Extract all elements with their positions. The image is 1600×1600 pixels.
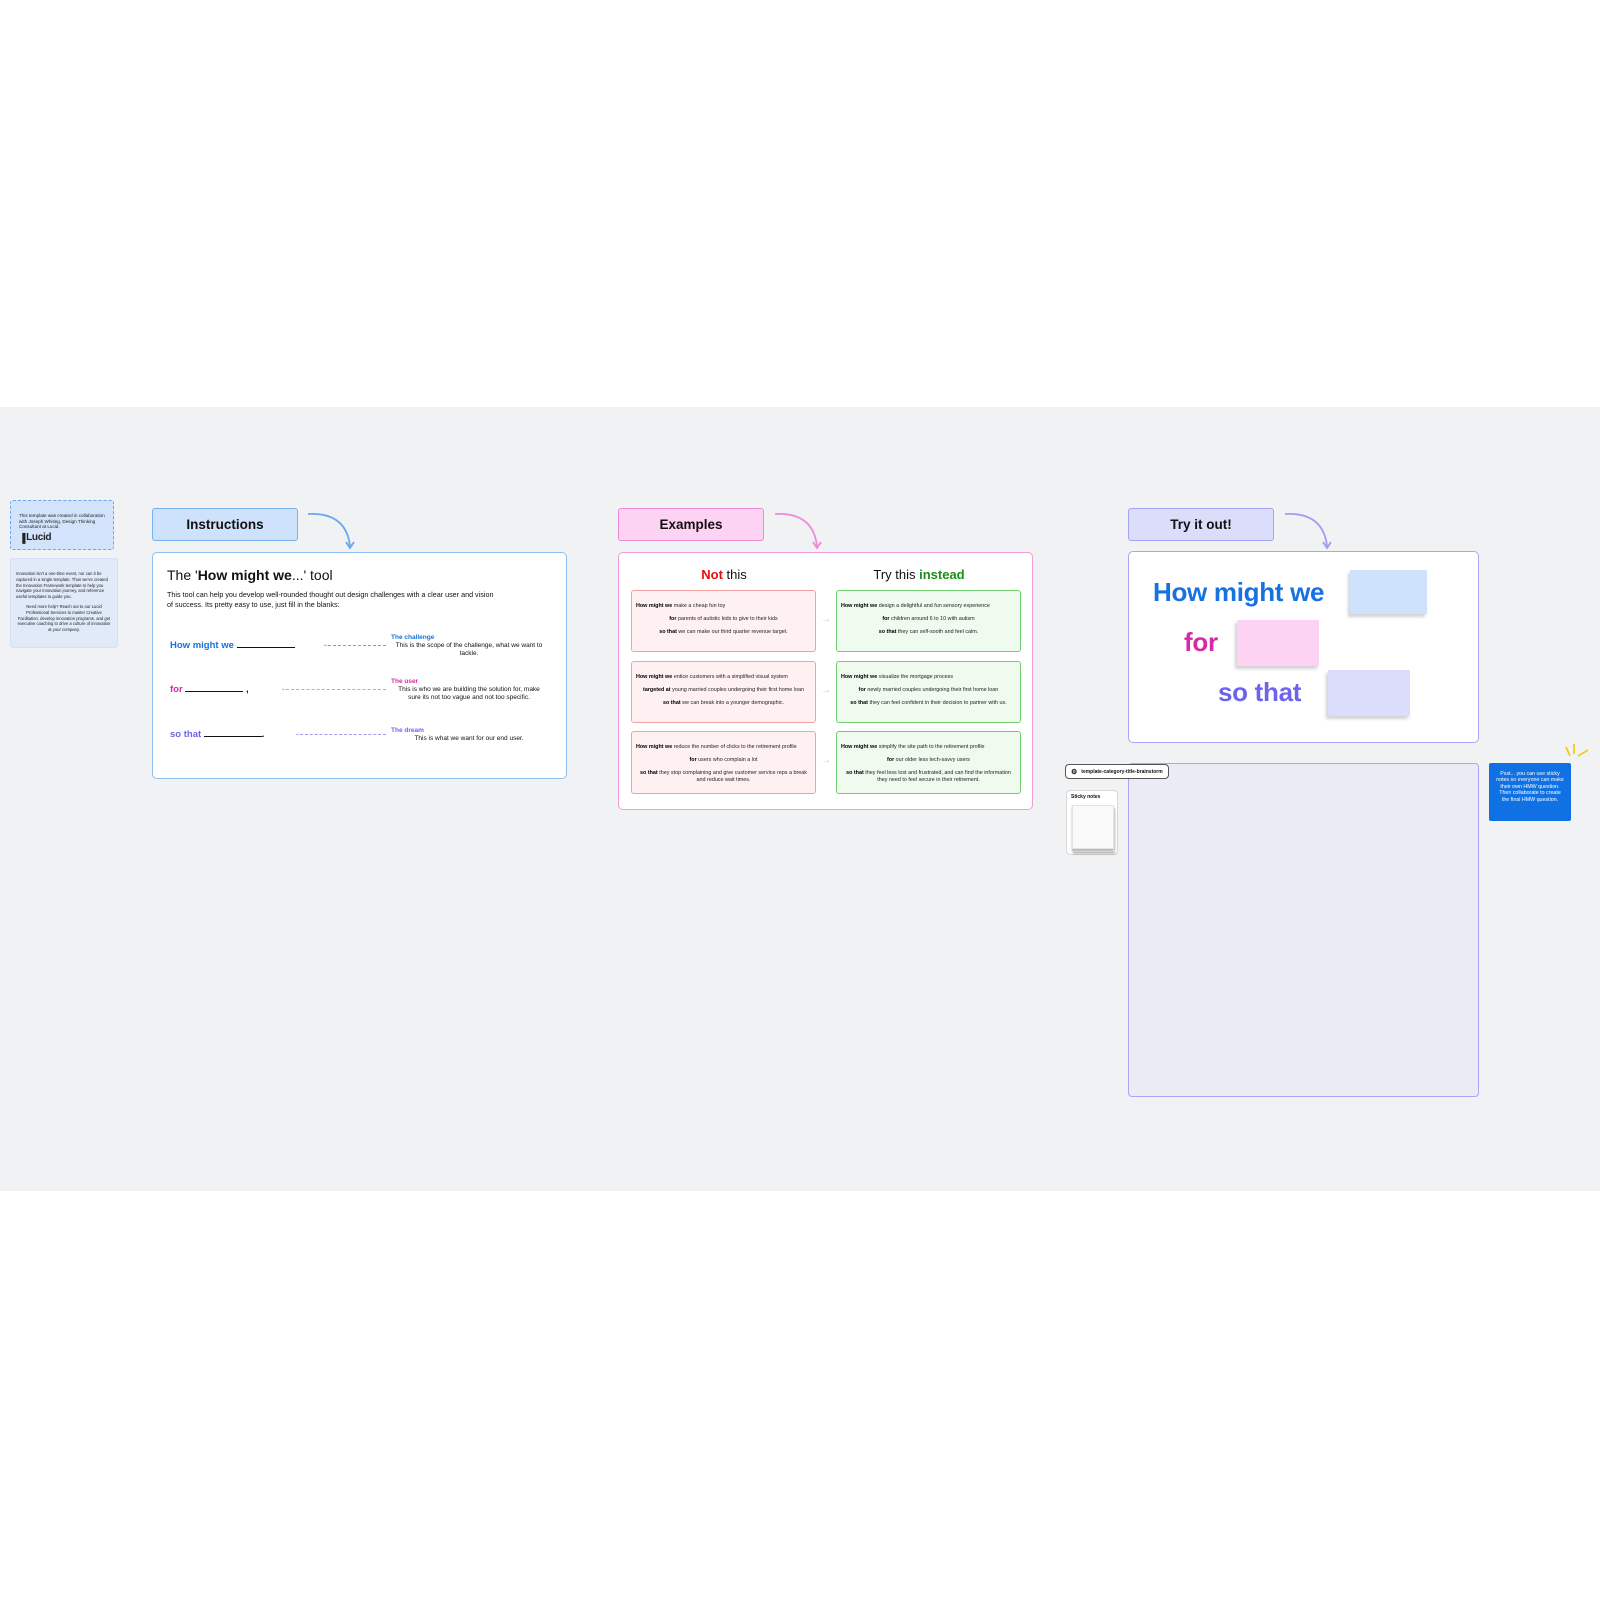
column-header-try-this: Try this instead xyxy=(873,567,965,582)
credit-note[interactable]: This template was created in collaborati… xyxy=(10,500,114,550)
example-bad-card[interactable]: How might we entice customers with a sim… xyxy=(631,661,816,723)
arrow-left-icon: ← xyxy=(294,728,304,739)
note-title: The challenge xyxy=(391,634,435,641)
blank-row-how-might-we: How might we xyxy=(170,640,295,651)
note-title: The dream xyxy=(391,727,424,734)
example-line: How might we visualize the mortgage proc… xyxy=(841,674,954,680)
blank-row-so-that: so that . xyxy=(170,729,265,740)
sticky-note-pink[interactable] xyxy=(1237,620,1319,666)
example-line: for our older less tech-savvy users xyxy=(887,757,970,763)
example-line: for newly married couples undergoing the… xyxy=(858,687,999,693)
example-line: so that they can feel confident in their… xyxy=(850,700,1007,706)
hmw-line-so-that: so that xyxy=(1218,677,1302,707)
example-line: How might we make a cheap fun toy xyxy=(636,603,726,609)
example-line: so that we can make our third quarter re… xyxy=(659,629,788,635)
example-line: so that they stop complaining and give c… xyxy=(640,770,807,783)
arrow-left-icon: ← xyxy=(280,683,290,694)
brainstorm-area[interactable] xyxy=(1128,763,1479,1097)
sticky-notes-palette[interactable]: Sticky notes xyxy=(1066,790,1118,855)
dashed-arrow-dream xyxy=(300,734,386,735)
lucid-logo-icon: ▐ xyxy=(19,532,26,543)
example-line: so that we can break into a younger demo… xyxy=(662,700,785,706)
chip-label: template-category-title-brainstorm xyxy=(1081,768,1163,775)
lucid-logo: ▐ Lucid xyxy=(19,531,52,543)
example-line: for children around 6 to 10 with autism xyxy=(882,616,975,622)
section-tag-examples[interactable]: Examples xyxy=(618,508,764,541)
hmw-line-how-might-we: How might we xyxy=(1153,577,1325,607)
instructions-title: The 'How might we...' tool xyxy=(167,567,333,583)
note-text: This is the scope of the challenge, what… xyxy=(395,642,543,657)
example-line: How might we design a delightful and fun… xyxy=(841,603,990,609)
info-note[interactable]: Innovation isn't a one-time event, nor c… xyxy=(10,558,118,648)
info-paragraph-1: Innovation isn't a one-time event, nor c… xyxy=(16,571,108,600)
example-line: so that they feel less lost and frustrat… xyxy=(846,770,1011,783)
shapes-icon: ⚙ xyxy=(1071,768,1078,776)
info-paragraph-2: Need more help? Reach out to our Lucid P… xyxy=(17,603,111,633)
note-text: This is who we are building the solution… xyxy=(398,686,540,701)
dashed-arrow-user xyxy=(286,689,386,690)
note-challenge: The challenge This is the scope of the c… xyxy=(391,634,547,658)
example-good-card[interactable]: How might we design a delightful and fun… xyxy=(836,590,1021,652)
example-good-card[interactable]: How might we visualize the mortgage proc… xyxy=(836,661,1021,723)
template-category-chip[interactable]: ⚙ template-category-title-brainstorm xyxy=(1065,764,1169,779)
blank-row-for: for , xyxy=(170,684,249,695)
examples-panel[interactable]: Not this Try this instead How might we m… xyxy=(618,552,1033,810)
palette-title: Sticky notes xyxy=(1071,794,1101,800)
section-tag-try-it-out[interactable]: Try it out! xyxy=(1128,508,1274,541)
sticky-note-purple[interactable] xyxy=(1328,670,1410,716)
note-dream: The dream This is what we want for our e… xyxy=(391,727,547,743)
sticky-note-blank[interactable] xyxy=(1072,805,1114,849)
curved-arrow-icon xyxy=(774,513,822,550)
arrow-right-icon: → xyxy=(821,685,831,696)
sticky-note-blue[interactable] xyxy=(1350,570,1427,614)
example-line: for parents of autistic kids to give to … xyxy=(669,616,778,622)
example-line: How might we entice customers with a sim… xyxy=(636,674,788,680)
note-user: The user This is who we are building the… xyxy=(391,678,547,702)
example-good-card[interactable]: How might we simplify the site path to t… xyxy=(836,731,1021,794)
arrow-right-icon: → xyxy=(821,755,831,766)
example-line: so that they can self-sooth and feel cal… xyxy=(878,629,979,635)
column-header-not-this: Not this xyxy=(701,567,747,582)
example-line: How might we reduce the number of clicks… xyxy=(636,744,797,750)
try-it-out-panel[interactable]: How might we for so that xyxy=(1128,551,1479,743)
dashed-arrow-challenge xyxy=(328,645,386,646)
example-line: How might we simplify the site path to t… xyxy=(841,744,985,750)
arrow-left-icon: ← xyxy=(322,639,332,650)
hmw-line-for: for xyxy=(1184,627,1218,657)
arrow-right-icon: → xyxy=(821,614,831,625)
instructions-panel[interactable]: The 'How might we...' tool This tool can… xyxy=(152,552,567,779)
note-title: The user xyxy=(391,678,419,685)
example-bad-card[interactable]: How might we make a cheap fun toy for par… xyxy=(631,590,816,652)
curved-arrow-icon xyxy=(307,513,355,550)
section-tag-instructions[interactable]: Instructions xyxy=(152,508,298,541)
note-text: This is what we want for our end user. xyxy=(414,735,524,742)
credit-text: This template was created in collaborati… xyxy=(19,513,105,530)
tip-callout[interactable]: Psst... you can use sticky notes so ever… xyxy=(1489,763,1571,821)
example-bad-card[interactable]: How might we reduce the number of clicks… xyxy=(631,731,816,794)
example-line: for users who complain a lot xyxy=(689,757,758,763)
sparkle-icon xyxy=(1565,744,1589,757)
curved-arrow-icon xyxy=(1284,513,1332,550)
instructions-description: This tool can help you develop well-roun… xyxy=(167,590,494,609)
example-line: targeted at young married couples underg… xyxy=(643,687,804,693)
